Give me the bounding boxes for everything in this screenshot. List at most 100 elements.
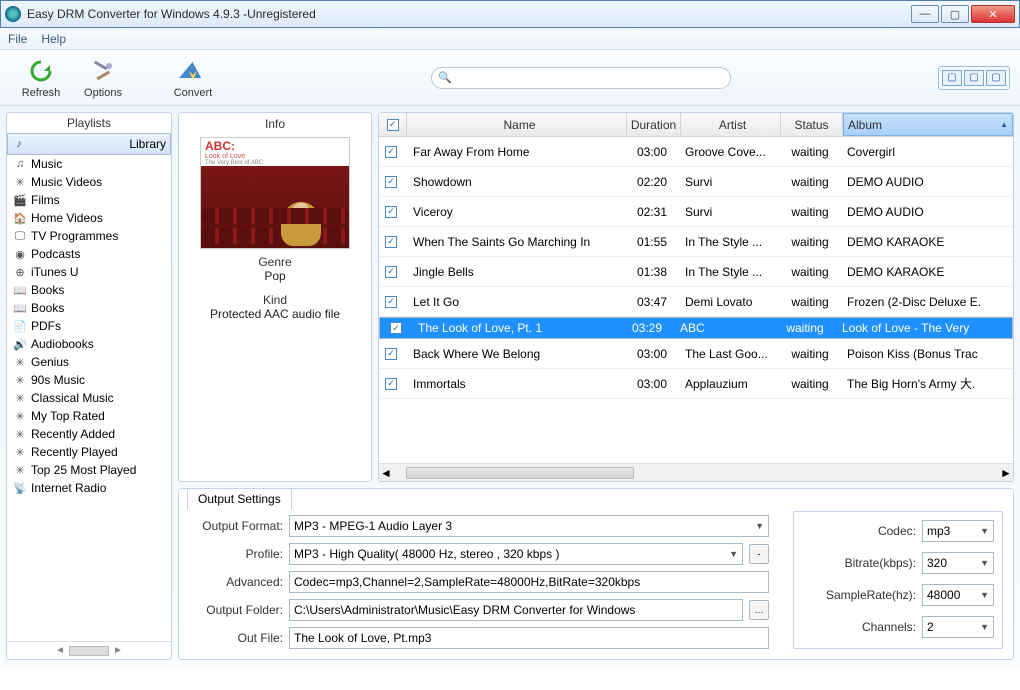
maximize-button[interactable]: ▢: [941, 5, 969, 23]
col-album[interactable]: Album▲: [843, 113, 1013, 136]
close-button[interactable]: ✕: [971, 5, 1015, 23]
sidebar-item-pdfs[interactable]: 📄PDFs: [7, 317, 171, 335]
sidebar-item-tv-programmes[interactable]: 🖵TV Programmes: [7, 227, 171, 245]
sidebar-header: Playlists: [7, 113, 171, 133]
sidebar-scrollbar[interactable]: ◄ ►: [7, 641, 171, 659]
sidebar-item-genius[interactable]: ✳Genius: [7, 353, 171, 371]
convert-icon: [179, 57, 207, 85]
row-name: When The Saints Go Marching In: [407, 235, 627, 249]
row-album: DEMO KARAOKE: [843, 265, 1013, 279]
row-duration: 03:00: [627, 347, 681, 361]
sidebar-item-label: Classical Music: [31, 391, 114, 405]
row-checkbox[interactable]: ✓: [379, 378, 407, 390]
sidebar-item-label: Recently Added: [31, 427, 115, 441]
row-checkbox[interactable]: ✓: [379, 296, 407, 308]
sidebar-item-music[interactable]: ♫Music: [7, 155, 171, 173]
table-row[interactable]: ✓When The Saints Go Marching In01:55In T…: [379, 227, 1013, 257]
row-name: Let It Go: [407, 295, 627, 309]
row-status: waiting: [781, 347, 843, 361]
minimize-button[interactable]: —: [911, 5, 939, 23]
menu-help[interactable]: Help: [41, 32, 66, 46]
sidebar-item-icon: ✳: [13, 355, 27, 369]
row-artist: Survi: [681, 205, 781, 219]
col-name[interactable]: Name: [407, 113, 627, 136]
table-hscrollbar[interactable]: ◄►: [379, 463, 1013, 481]
output-folder-input[interactable]: C:\Users\Administrator\Music\Easy DRM Co…: [289, 599, 743, 621]
codec-select[interactable]: mp3▼: [922, 520, 994, 542]
col-duration[interactable]: Duration: [627, 113, 681, 136]
convert-button[interactable]: Convert: [162, 54, 224, 102]
codec-label: Codec:: [878, 524, 916, 538]
sidebar-item-label: Top 25 Most Played: [31, 463, 136, 477]
output-format-select[interactable]: MP3 - MPEG-1 Audio Layer 3▼: [289, 515, 769, 537]
sidebar-item-itunes-u[interactable]: ⊕iTunes U: [7, 263, 171, 281]
table-row[interactable]: ✓Viceroy02:31SurviwaitingDEMO AUDIO: [379, 197, 1013, 227]
channels-select[interactable]: 2▼: [922, 616, 994, 638]
playlists-sidebar: Playlists ♪Library♫Music✳Music Videos🎬Fi…: [6, 112, 172, 660]
col-status[interactable]: Status: [781, 113, 843, 136]
row-duration: 03:00: [627, 145, 681, 159]
profile-more-button[interactable]: -: [749, 544, 769, 564]
sidebar-item-recently-played[interactable]: ✳Recently Played: [7, 443, 171, 461]
profile-select[interactable]: MP3 - High Quality( 48000 Hz, stereo , 3…: [289, 543, 743, 565]
sidebar-item-books[interactable]: 📖Books: [7, 299, 171, 317]
sidebar-item-podcasts[interactable]: ◉Podcasts: [7, 245, 171, 263]
row-name: Immortals: [407, 377, 627, 391]
table-row[interactable]: ✓Immortals03:00ApplauziumwaitingThe Big …: [379, 369, 1013, 399]
sidebar-item-icon: 📖: [13, 283, 27, 297]
row-artist: Survi: [681, 175, 781, 189]
sidebar-item-home-videos[interactable]: 🏠Home Videos: [7, 209, 171, 227]
row-status: waiting: [781, 145, 843, 159]
row-checkbox[interactable]: ✓: [379, 146, 407, 158]
outfile-input[interactable]: The Look of Love, Pt.mp3: [289, 627, 769, 649]
row-checkbox[interactable]: ✓: [379, 206, 407, 218]
table-row[interactable]: ✓Showdown02:20SurviwaitingDEMO AUDIO: [379, 167, 1013, 197]
row-checkbox[interactable]: ✓: [379, 236, 407, 248]
channels-label: Channels:: [862, 620, 916, 634]
album-art: ABC: Look of Love The Very Best of ABC: [200, 137, 350, 249]
advanced-input[interactable]: Codec=mp3,Channel=2,SampleRate=48000Hz,B…: [289, 571, 769, 593]
browse-folder-button[interactable]: …: [749, 600, 769, 620]
view-mode-3[interactable]: ▢: [986, 70, 1006, 86]
search-input[interactable]: [431, 67, 731, 89]
info-header: Info: [265, 117, 285, 131]
row-album: The Big Horn's Army 大.: [843, 375, 1013, 392]
sidebar-item-icon: ◉: [13, 247, 27, 261]
sidebar-item-top-25-most-played[interactable]: ✳Top 25 Most Played: [7, 461, 171, 479]
sidebar-item-audiobooks[interactable]: 🔊Audiobooks: [7, 335, 171, 353]
row-checkbox[interactable]: ✓: [379, 348, 407, 360]
view-mode-1[interactable]: ▢: [942, 70, 962, 86]
col-artist[interactable]: Artist: [681, 113, 781, 136]
table-row[interactable]: ✓Far Away From Home03:00Groove Cove...wa…: [379, 137, 1013, 167]
bitrate-select[interactable]: 320▼: [922, 552, 994, 574]
table-row[interactable]: ✓Let It Go03:47Demi LovatowaitingFrozen …: [379, 287, 1013, 317]
table-row[interactable]: ✓Jingle Bells01:38In The Style ...waitin…: [379, 257, 1013, 287]
sidebar-item-internet-radio[interactable]: 📡Internet Radio: [7, 479, 171, 497]
row-status: waiting: [781, 295, 843, 309]
refresh-button[interactable]: Refresh: [10, 54, 72, 102]
row-checkbox[interactable]: ✓: [379, 176, 407, 188]
sidebar-item-films[interactable]: 🎬Films: [7, 191, 171, 209]
samplerate-select[interactable]: 48000▼: [922, 584, 994, 606]
sidebar-item-books[interactable]: 📖Books: [7, 281, 171, 299]
sidebar-item-classical-music[interactable]: ✳Classical Music: [7, 389, 171, 407]
row-artist: Demi Lovato: [681, 295, 781, 309]
menu-file[interactable]: File: [8, 32, 27, 46]
sidebar-item-90s-music[interactable]: ✳90s Music: [7, 371, 171, 389]
sidebar-item-music-videos[interactable]: ✳Music Videos: [7, 173, 171, 191]
genre-label: Genre: [258, 255, 291, 269]
sidebar-item-my-top-rated[interactable]: ✳My Top Rated: [7, 407, 171, 425]
options-button[interactable]: Options: [72, 54, 134, 102]
row-artist: Groove Cove...: [681, 145, 781, 159]
table-row[interactable]: ✓Back Where We Belong03:00The Last Goo..…: [379, 339, 1013, 369]
row-name: Back Where We Belong: [407, 347, 627, 361]
view-mode-2[interactable]: ▢: [964, 70, 984, 86]
sidebar-item-library[interactable]: ♪Library: [7, 133, 171, 155]
col-check[interactable]: ✓: [379, 113, 407, 136]
sidebar-item-recently-added[interactable]: ✳Recently Added: [7, 425, 171, 443]
output-settings-tab[interactable]: Output Settings: [187, 488, 292, 510]
row-duration: 01:38: [627, 265, 681, 279]
row-checkbox[interactable]: ✓: [379, 266, 407, 278]
row-checkbox[interactable]: ✓: [384, 322, 412, 334]
table-row[interactable]: ✓The Look of Love, Pt. 103:29ABCwaitingL…: [379, 317, 1013, 339]
